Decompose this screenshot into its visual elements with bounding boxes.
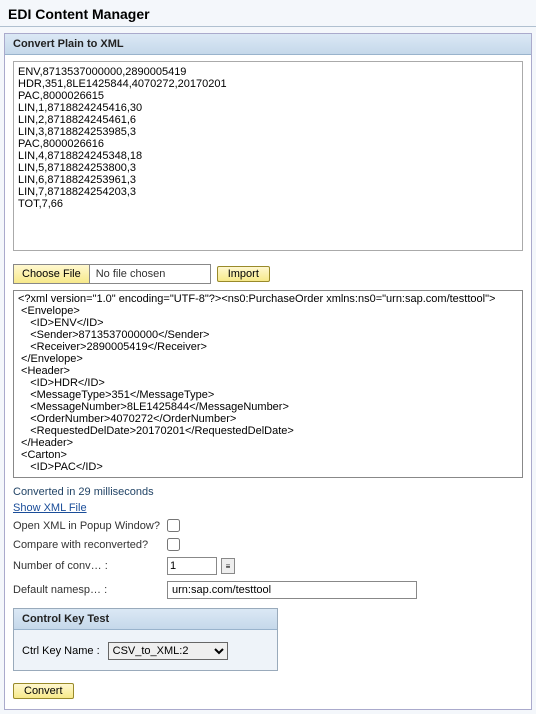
control-key-body: Ctrl Key Name : CSV_to_XML:2 [14,630,277,670]
plain-text-input[interactable] [13,61,523,251]
show-xml-file-link[interactable]: Show XML File [13,502,87,514]
status-line: Converted in 29 milliseconds [5,484,531,500]
num-conv-label: Number of conv… : [13,560,163,572]
main-panel: Convert Plain to XML Choose File No file… [4,33,532,710]
num-conv-row: Number of conv… : ≡ [5,554,531,578]
open-popup-row: Open XML in Popup Window? [5,516,531,535]
control-key-panel: Control Key Test Ctrl Key Name : CSV_to_… [13,608,278,671]
compare-label: Compare with reconverted? [13,539,163,551]
file-row: Choose File No file chosen Import [5,264,531,290]
panel-header: Convert Plain to XML [5,34,531,55]
default-ns-label: Default namesp… : [13,584,163,596]
show-xml-link-row: Show XML File [5,500,531,516]
file-chooser[interactable]: Choose File No file chosen [13,264,211,284]
num-conv-input[interactable] [167,557,217,575]
open-popup-label: Open XML in Popup Window? [13,520,163,532]
choose-file-button[interactable]: Choose File [14,265,90,283]
chosen-file-name: No file chosen [90,268,210,280]
ctrl-key-name-label: Ctrl Key Name : [22,645,100,657]
ctrl-key-select[interactable]: CSV_to_XML:2 [108,642,228,660]
default-ns-row: Default namesp… : [5,578,531,602]
import-button[interactable]: Import [217,266,270,282]
open-popup-checkbox[interactable] [167,519,180,532]
compare-row: Compare with reconverted? [5,535,531,554]
convert-button[interactable]: Convert [13,683,74,699]
convert-row: Convert [5,679,531,709]
plain-input-wrap [5,55,531,260]
control-key-header: Control Key Test [14,609,277,630]
xml-output[interactable]: <?xml version="1.0" encoding="UTF-8"?><n… [13,290,523,478]
default-ns-input[interactable] [167,581,417,599]
app-title: EDI Content Manager [0,0,536,27]
stepper-icon[interactable]: ≡ [221,558,235,574]
compare-checkbox[interactable] [167,538,180,551]
